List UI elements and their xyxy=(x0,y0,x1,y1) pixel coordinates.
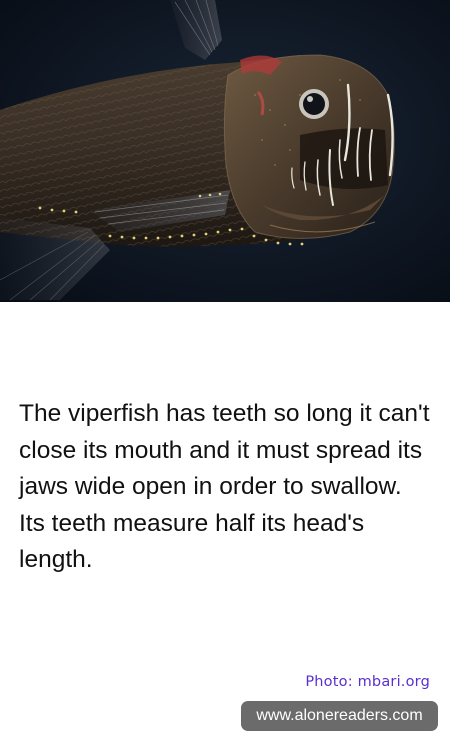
viperfish-photo xyxy=(0,0,450,302)
fact-text: The viperfish has teeth so long it can't… xyxy=(19,400,430,573)
photo-credit: Photo: mbari.org xyxy=(305,674,430,690)
fact-card: The viperfish has teeth so long it can't… xyxy=(0,0,450,750)
website-link[interactable]: www.alonereaders.com xyxy=(241,701,438,731)
